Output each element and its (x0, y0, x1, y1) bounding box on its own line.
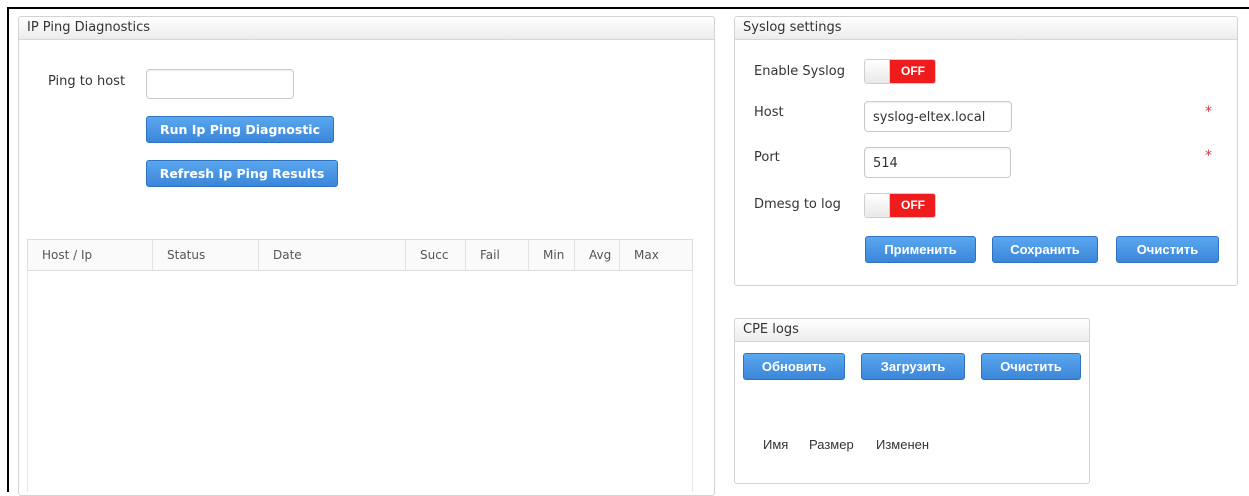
ping-results-table-header: Host / Ip Status Date Succ Fail Min Avg … (27, 239, 693, 271)
logs-column-modified[interactable]: Изменен (876, 437, 929, 452)
save-button[interactable]: Сохранить (992, 236, 1098, 263)
column-date[interactable]: Date (259, 240, 406, 270)
refresh-ping-results-button[interactable]: Refresh Ip Ping Results (146, 160, 338, 187)
ping-host-input[interactable] (146, 69, 294, 99)
clear-syslog-button[interactable]: Очистить (1116, 236, 1219, 263)
host-label: Host (754, 105, 784, 120)
run-ping-diagnostic-button[interactable]: Run Ip Ping Diagnostic (146, 116, 334, 143)
dmesg-to-log-label: Dmesg to log (754, 197, 841, 212)
column-min[interactable]: Min (529, 240, 575, 270)
enable-syslog-toggle[interactable]: OFF (864, 59, 936, 84)
refresh-logs-button[interactable]: Обновить (743, 353, 845, 380)
syslog-panel-title: Syslog settings (735, 17, 1237, 40)
toggle-knob (865, 194, 890, 217)
apply-button[interactable]: Применить (865, 236, 976, 263)
column-succ[interactable]: Succ (406, 240, 466, 270)
cpe-logs-panel-title: CPE logs (735, 319, 1089, 342)
toggle-knob (865, 60, 890, 83)
column-fail[interactable]: Fail (466, 240, 529, 270)
cpe-logs-panel: CPE logs (734, 318, 1090, 484)
clear-logs-button[interactable]: Очистить (981, 353, 1081, 380)
ping-to-host-label: Ping to host (48, 74, 126, 89)
port-label: Port (754, 150, 780, 165)
upload-logs-button[interactable]: Загрузить (861, 353, 965, 380)
column-max[interactable]: Max (620, 240, 692, 270)
port-input[interactable]: 514 (864, 147, 1011, 178)
logs-column-size[interactable]: Размер (809, 437, 854, 452)
ping-results-table-body (27, 271, 693, 492)
host-required-mark: * (1205, 104, 1212, 120)
enable-syslog-label: Enable Syslog (754, 64, 845, 79)
port-required-mark: * (1205, 148, 1212, 164)
column-host-ip[interactable]: Host / Ip (28, 240, 153, 270)
toggle-state: OFF (890, 194, 935, 217)
toggle-state: OFF (890, 60, 935, 83)
logs-column-name[interactable]: Имя (763, 437, 788, 452)
ping-panel-title: IP Ping Diagnostics (19, 17, 714, 40)
column-avg[interactable]: Avg (575, 240, 620, 270)
host-input[interactable]: syslog-eltex.local (864, 101, 1012, 132)
dmesg-to-log-toggle[interactable]: OFF (864, 193, 936, 218)
column-status[interactable]: Status (153, 240, 259, 270)
